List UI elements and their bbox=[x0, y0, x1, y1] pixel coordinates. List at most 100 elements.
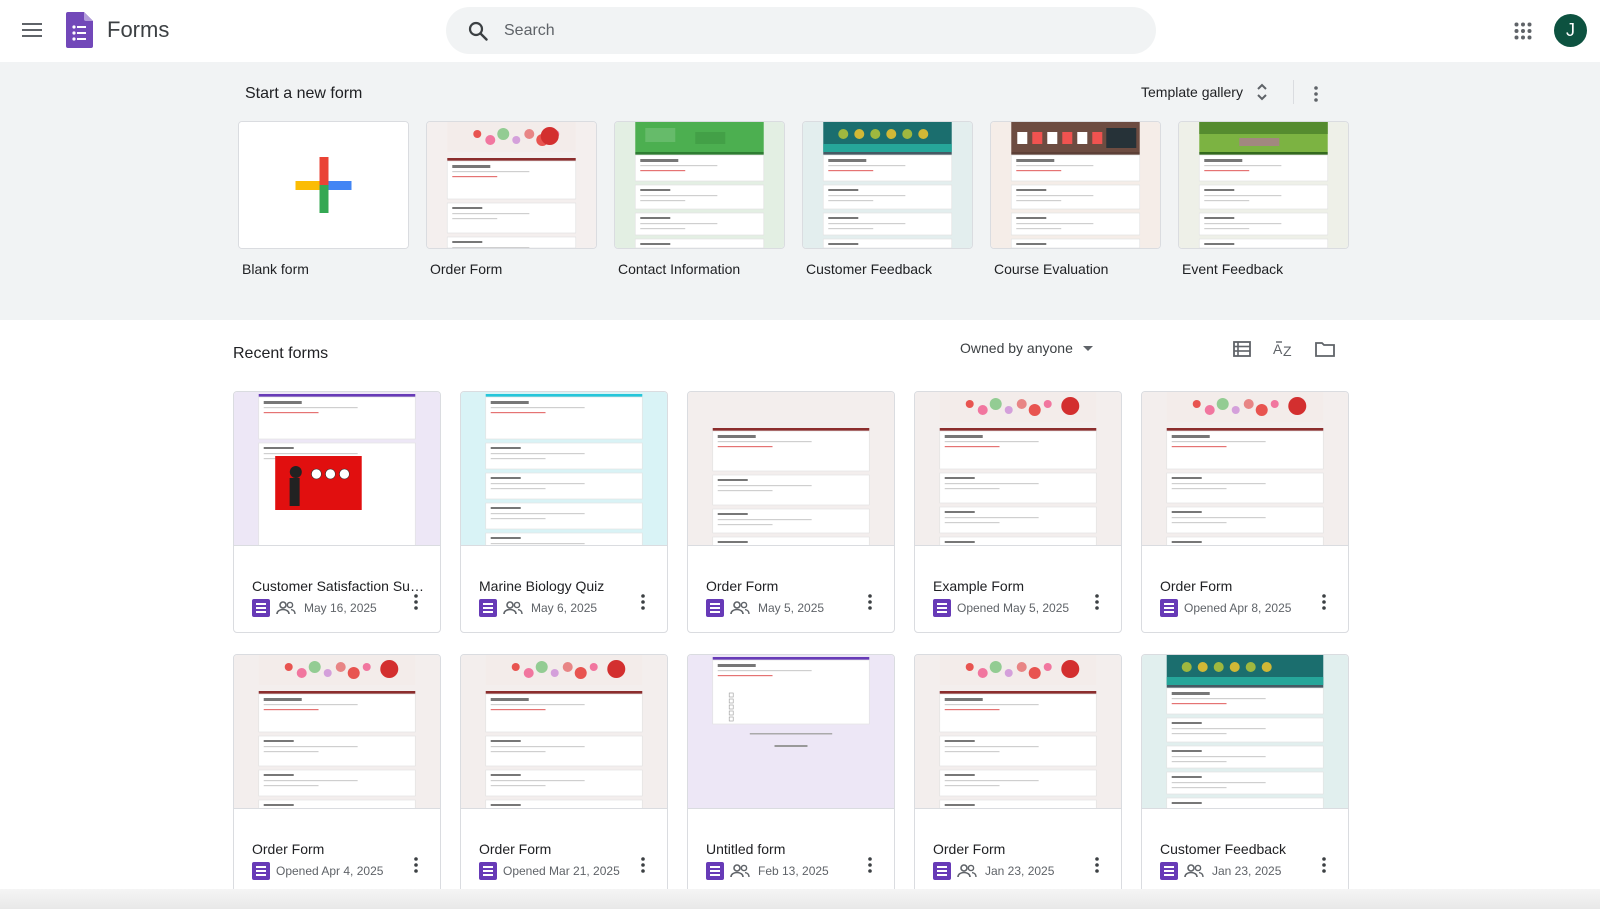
form-title: Order Form bbox=[1160, 578, 1233, 594]
form-date: Opened Apr 8, 2025 bbox=[1184, 601, 1292, 615]
template-thumbnail[interactable] bbox=[990, 121, 1161, 249]
form-meta: May 6, 2025 bbox=[479, 599, 597, 617]
recent-form-card[interactable]: Customer Feedback Jan 23, 2025 bbox=[1141, 654, 1349, 896]
form-thumbnail[interactable] bbox=[1142, 392, 1348, 546]
form-date: Jan 23, 2025 bbox=[1212, 864, 1282, 878]
form-more-options-button[interactable] bbox=[629, 851, 657, 879]
forms-file-icon bbox=[479, 599, 497, 617]
shared-people-icon bbox=[957, 864, 977, 878]
more-vertical-icon bbox=[1314, 86, 1318, 102]
forms-file-icon bbox=[252, 599, 270, 617]
list-view-icon bbox=[1233, 341, 1251, 357]
forms-file-icon bbox=[1160, 862, 1178, 880]
recent-form-card[interactable]: Order Form Jan 23, 2025 bbox=[914, 654, 1122, 896]
recent-form-card[interactable]: Order Form Opened Apr 8, 2025 bbox=[1141, 391, 1349, 633]
template-gallery-button[interactable]: Template gallery bbox=[1133, 76, 1275, 108]
form-thumbnail[interactable] bbox=[234, 392, 440, 546]
form-title: Customer Satisfaction Survey bbox=[252, 578, 428, 594]
recent-form-card[interactable]: Order Form Opened Mar 21, 2025 bbox=[460, 654, 668, 896]
hamburger-menu-icon bbox=[22, 23, 42, 37]
form-more-options-button[interactable] bbox=[856, 851, 884, 879]
form-meta: Jan 23, 2025 bbox=[1160, 862, 1281, 880]
forms-file-icon bbox=[933, 599, 951, 617]
template-thumbnail[interactable] bbox=[238, 121, 409, 249]
form-thumbnail[interactable] bbox=[688, 392, 894, 546]
more-vertical-icon bbox=[1095, 594, 1099, 610]
shared-people-icon bbox=[730, 864, 750, 878]
form-more-options-button[interactable] bbox=[629, 588, 657, 616]
forms-file-icon bbox=[706, 862, 724, 880]
form-thumbnail[interactable] bbox=[915, 655, 1121, 809]
more-vertical-icon bbox=[868, 594, 872, 610]
form-thumbnail[interactable] bbox=[1142, 655, 1348, 809]
more-vertical-icon bbox=[1322, 857, 1326, 873]
folder-icon bbox=[1315, 342, 1335, 357]
search-input[interactable] bbox=[504, 21, 1104, 40]
forms-file-icon bbox=[252, 862, 270, 880]
template-card-order-form[interactable]: Order Form bbox=[426, 121, 597, 277]
template-thumbnail[interactable] bbox=[614, 121, 785, 249]
recent-form-card[interactable]: Order Form May 5, 2025 bbox=[687, 391, 895, 633]
owner-filter-dropdown[interactable]: Owned by anyone bbox=[960, 340, 1093, 356]
more-vertical-icon bbox=[414, 857, 418, 873]
shared-people-icon bbox=[276, 601, 296, 615]
form-more-options-button[interactable] bbox=[1083, 588, 1111, 616]
form-thumbnail[interactable] bbox=[688, 655, 894, 809]
template-gallery-label: Template gallery bbox=[1141, 84, 1243, 100]
unfold-icon bbox=[1257, 83, 1267, 101]
form-meta: Opened May 5, 2025 bbox=[933, 599, 1069, 617]
form-more-options-button[interactable] bbox=[856, 588, 884, 616]
form-thumbnail[interactable] bbox=[915, 392, 1121, 546]
form-thumbnail[interactable] bbox=[461, 655, 667, 809]
recent-form-card[interactable]: Untitled form Feb 13, 2025 bbox=[687, 654, 895, 896]
shared-people-icon bbox=[730, 601, 750, 615]
open-file-picker-button[interactable] bbox=[1308, 332, 1342, 366]
forms-logo-icon[interactable] bbox=[66, 12, 93, 48]
form-date: May 5, 2025 bbox=[758, 601, 825, 615]
owner-filter-label: Owned by anyone bbox=[960, 340, 1073, 356]
search-icon[interactable] bbox=[454, 7, 502, 54]
form-thumbnail[interactable] bbox=[234, 655, 440, 809]
template-card-event-feedback[interactable]: Event Feedback bbox=[1178, 121, 1349, 277]
forms-file-icon bbox=[1160, 599, 1178, 617]
main-menu-button[interactable] bbox=[14, 12, 50, 48]
form-more-options-button[interactable] bbox=[402, 588, 430, 616]
recent-forms-grid: Customer Satisfaction Survey May 16, 2025… bbox=[233, 391, 1349, 896]
template-card-customer-feedback[interactable]: Customer Feedback bbox=[802, 121, 973, 277]
form-more-options-button[interactable] bbox=[1083, 851, 1111, 879]
recent-form-card[interactable]: Marine Biology Quiz May 6, 2025 bbox=[460, 391, 668, 633]
template-thumbnail[interactable] bbox=[802, 121, 973, 249]
form-more-options-button[interactable] bbox=[1310, 588, 1338, 616]
recent-form-card[interactable]: Example Form Opened May 5, 2025 bbox=[914, 391, 1122, 633]
form-thumbnail[interactable] bbox=[461, 392, 667, 546]
apps-grid-icon bbox=[1514, 22, 1532, 40]
recent-form-card[interactable]: Customer Satisfaction Survey May 16, 2025 bbox=[233, 391, 441, 633]
recent-form-card[interactable]: Order Form Opened Apr 4, 2025 bbox=[233, 654, 441, 896]
form-meta: May 16, 2025 bbox=[252, 599, 377, 617]
template-name: Course Evaluation bbox=[994, 261, 1109, 277]
form-title: Untitled form bbox=[706, 841, 786, 857]
dropdown-arrow-icon bbox=[1082, 345, 1093, 351]
template-card-course-evaluation[interactable]: Course Evaluation bbox=[990, 121, 1161, 277]
shared-people-icon bbox=[503, 601, 523, 615]
bottom-edge bbox=[0, 889, 1600, 909]
app-title[interactable]: Forms bbox=[107, 17, 169, 43]
form-title: Marine Biology Quiz bbox=[479, 578, 605, 594]
more-vertical-icon bbox=[1095, 857, 1099, 873]
template-thumbnail[interactable] bbox=[1178, 121, 1349, 249]
sort-az-button[interactable]: AZ bbox=[1267, 332, 1301, 366]
template-card-blank-form[interactable]: Blank form bbox=[238, 121, 409, 277]
template-thumbnail[interactable] bbox=[426, 121, 597, 249]
form-more-options-button[interactable] bbox=[402, 851, 430, 879]
svg-text:A: A bbox=[1273, 341, 1283, 357]
google-apps-button[interactable] bbox=[1506, 14, 1540, 48]
form-title: Order Form bbox=[479, 841, 552, 857]
search-bar[interactable] bbox=[446, 7, 1156, 54]
list-view-button[interactable] bbox=[1225, 332, 1259, 366]
template-more-options-button[interactable] bbox=[1298, 76, 1334, 112]
template-card-contact-information[interactable]: Contact Information bbox=[614, 121, 785, 277]
template-name: Contact Information bbox=[618, 261, 741, 277]
template-name: Customer Feedback bbox=[806, 261, 933, 277]
form-more-options-button[interactable] bbox=[1310, 851, 1338, 879]
account-avatar[interactable]: J bbox=[1554, 14, 1587, 47]
